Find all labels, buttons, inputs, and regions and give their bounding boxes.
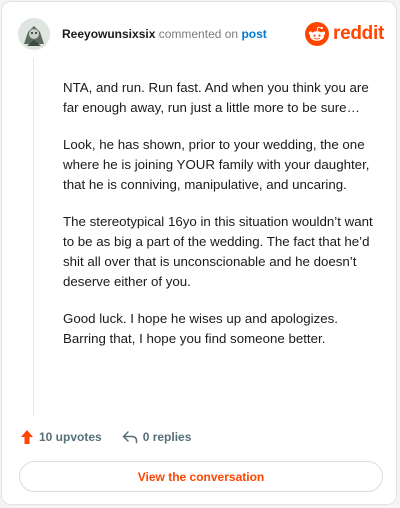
comment-meta: Reeyowunsixsix commented on post [62,27,267,41]
view-conversation-button[interactable]: View the conversation [19,461,383,492]
comment-paragraph: Good luck. I hope he wises up and apolog… [63,311,338,346]
reddit-snoo-icon [305,22,330,46]
comment-body: NTA, and run. Run fast. And when you thi… [63,78,379,366]
comment-paragraph: The stereotypical 16yo in this situation… [63,214,373,289]
reddit-wordmark: reddit [333,23,384,44]
upvote-count: 10 upvotes [39,430,102,444]
reddit-logo[interactable]: reddit [305,21,384,47]
comment-card: Reeyowunsixsix commented on post reddit … [1,1,397,505]
upvote-arrow-icon [21,430,33,444]
comment-actions: 10 upvotes 0 replies [20,426,211,448]
action-text: commented on [158,27,239,41]
post-link[interactable]: post [241,27,266,41]
comment-paragraph: Look, he has shown, prior to your weddin… [63,137,370,192]
reply-arrow-icon [122,431,137,444]
comment-header: Reeyowunsixsix commented on post reddit [18,16,384,52]
upvote-button[interactable]: 10 upvotes [20,429,102,445]
thread-line [33,58,34,416]
avatar[interactable] [18,18,50,50]
username-link[interactable]: Reeyowunsixsix [62,27,155,41]
reply-count: 0 replies [142,430,192,444]
comment-paragraph: NTA, and run. Run fast. And when you thi… [63,80,369,115]
reply-button[interactable]: 0 replies [122,430,192,444]
